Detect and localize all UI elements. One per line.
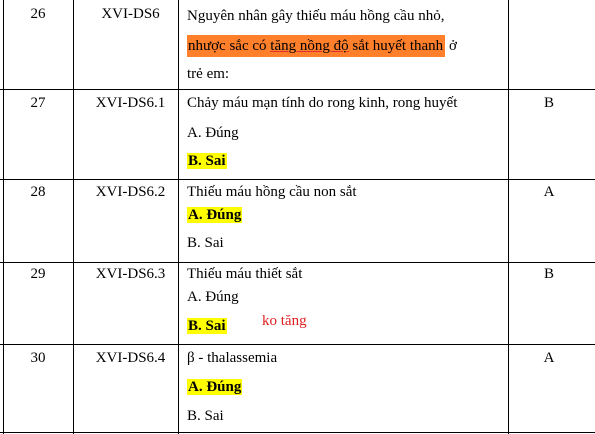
statement-text: Chảy máu mạn tính do rong kinh, rong huy…: [187, 95, 458, 111]
row-divider: [0, 344, 595, 345]
question-code: XVI-DS6.1: [95, 95, 166, 111]
option-a-selected: A. Đúng: [187, 206, 243, 224]
column-divider-number: [73, 0, 74, 434]
column-divider-code: [178, 0, 179, 434]
yellow-highlight: A. Đúng: [187, 207, 243, 223]
option-b: B. Sai: [187, 408, 224, 424]
option-a: A. Đúng: [187, 289, 239, 305]
option-a: A. Đúng: [187, 125, 239, 141]
answer-key: B: [543, 95, 554, 111]
row-number: 26: [30, 6, 46, 22]
statement-text: β - thalassemia: [187, 350, 278, 366]
spellcheck-underline: tăng nồng độ: [270, 38, 349, 54]
row-number: 27: [30, 95, 46, 111]
answer-key: A: [543, 184, 555, 200]
yellow-highlight: B. Sai: [187, 153, 227, 169]
answer-key: B: [543, 266, 554, 282]
row-number: 29: [30, 266, 46, 282]
handwritten-note: ko tăng: [262, 313, 307, 329]
option-b-selected: B. Sai: [187, 152, 227, 170]
answer-key: A: [543, 350, 555, 366]
option-a-selected: A. Đúng: [187, 378, 243, 396]
table-border-left: [3, 0, 4, 434]
question-text-line: Nguyên nhân gây thiếu máu hồng cầu nhỏ,: [187, 8, 445, 24]
question-code: XVI-DS6.2: [95, 184, 166, 200]
row-divider: [0, 432, 595, 433]
question-text-line: trẻ em:: [187, 66, 230, 82]
orange-highlight: nhược sắc có tăng nồng độ sắt huyết than…: [187, 35, 446, 57]
statement-text: Thiếu máu thiết sắt: [187, 266, 303, 282]
statement-text: Thiếu máu hồng cầu non sắt: [187, 184, 357, 200]
row-divider: [0, 262, 595, 263]
yellow-highlight: B. Sai: [187, 318, 227, 334]
row-number: 28: [30, 184, 46, 200]
row-divider: [0, 179, 595, 180]
column-divider-question: [508, 0, 509, 434]
option-b: B. Sai: [187, 235, 224, 251]
question-code: XVI-DS6.3: [95, 266, 166, 282]
row-divider: [0, 89, 595, 90]
row-number: 30: [30, 350, 46, 366]
question-text-line-highlighted: nhược sắc có tăng nồng độ sắt huyết than…: [187, 35, 457, 57]
question-code: XVI-DS6.4: [95, 350, 166, 366]
yellow-highlight: A. Đúng: [187, 379, 243, 395]
option-b-selected: B. Sai: [187, 317, 227, 335]
question-code: XVI-DS6: [101, 6, 160, 22]
